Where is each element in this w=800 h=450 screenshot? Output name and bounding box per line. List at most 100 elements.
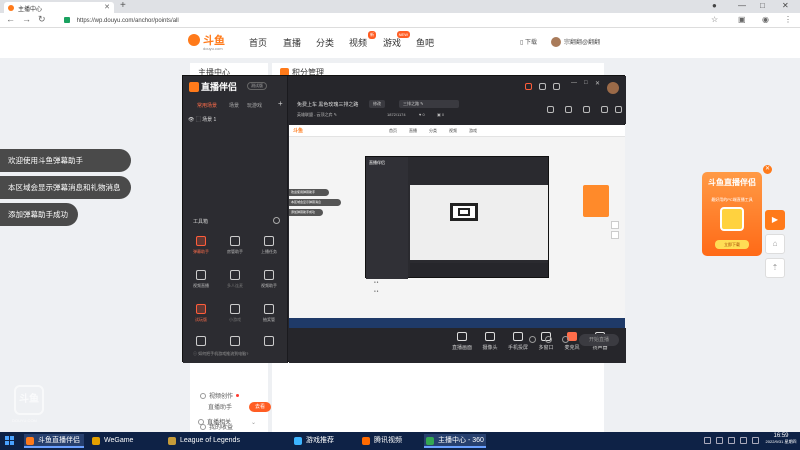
- video-cam-icon[interactable]: [529, 336, 536, 343]
- tab-common-scenes[interactable]: 常用场景: [197, 102, 217, 109]
- reload-icon[interactable]: ↻: [38, 14, 46, 25]
- download-link[interactable]: ▯ 下载: [520, 37, 537, 46]
- forward-icon[interactable]: →: [22, 14, 31, 24]
- add-scene-icon[interactable]: +: [278, 99, 283, 108]
- preview-site-header: 斗鱼 首页 直播 分类 视频 游戏: [289, 125, 625, 137]
- settings-icon[interactable]: [553, 83, 560, 90]
- source-live-screen[interactable]: 直播画面: [447, 332, 477, 351]
- help-link[interactable]: ⓘ 如何把手机游戏推流到电脑?: [193, 351, 248, 357]
- preview-nav-item: 分类: [429, 128, 437, 133]
- sidebar-item-video[interactable]: 视频创作: [200, 391, 240, 400]
- nav-live[interactable]: 直播: [283, 36, 301, 49]
- logo-subtitle: douyu.com: [203, 46, 223, 51]
- close-window-icon[interactable]: ✕: [782, 1, 789, 10]
- message-icon[interactable]: [539, 83, 546, 90]
- tray-input-icon[interactable]: [728, 437, 735, 444]
- tool-danmu-helper[interactable]: 弹幕助手: [186, 236, 216, 262]
- preview-toast: 欢迎使用弹幕助手: [289, 189, 329, 196]
- app-promo-card[interactable]: 斗鱼直播伴侣 最好用的PC端直播工具 立即下载: [702, 172, 762, 256]
- nav-video[interactable]: 视频新: [349, 31, 377, 49]
- preview-nav-item: 视频: [449, 128, 457, 133]
- start-tile: [5, 441, 9, 445]
- user-menu[interactable]: 宗翻翻@翻翻: [551, 37, 600, 47]
- maximize-icon[interactable]: □: [760, 1, 765, 10]
- tool-video-helper[interactable]: 视频助手: [254, 270, 284, 296]
- tool-tasks[interactable]: 上播任务: [254, 236, 284, 262]
- taskbar-app-wegame[interactable]: WeGame: [90, 434, 160, 448]
- game-category[interactable]: 英雄联盟 - 云顶之弈 ✎: [297, 112, 337, 118]
- windows-start-icon[interactable]: [5, 436, 15, 446]
- app-maximize-icon[interactable]: □: [584, 80, 588, 86]
- stats-icon[interactable]: [545, 336, 552, 343]
- new-tab-button[interactable]: +: [120, 0, 126, 11]
- record-icon[interactable]: [565, 106, 572, 113]
- taskbar-app-tencent-video[interactable]: 腾讯视频: [360, 434, 415, 448]
- scene-item[interactable]: 👁 ⬚ 场景 1: [188, 116, 216, 123]
- menu-icon[interactable]: ⋮: [784, 15, 792, 24]
- nav-yuba[interactable]: 鱼吧: [416, 36, 434, 49]
- promo-close-icon[interactable]: ✕: [763, 165, 772, 174]
- screenshot-icon[interactable]: [583, 106, 590, 113]
- alert-icon[interactable]: [525, 83, 532, 90]
- sidebar-item-income[interactable]: 我的收益: [200, 422, 233, 431]
- tool-room-admin[interactable]: 房管助手: [220, 236, 250, 262]
- tool-more-2[interactable]: [220, 336, 250, 362]
- taskbar-app-live-companion[interactable]: 斗鱼直播伴侣: [24, 434, 84, 448]
- source-phone-cast[interactable]: 手机投屏: [503, 332, 533, 351]
- profile-icon[interactable]: ●: [712, 1, 717, 10]
- tool-video-live[interactable]: 视频直播: [186, 270, 216, 296]
- watermark-text: DOUYU.COM: [12, 418, 37, 423]
- taskbar-app-browser[interactable]: 主播中心 - 360极...: [424, 434, 486, 448]
- address-bar[interactable]: https://wp.douyu.com/anchor/points/all: [64, 15, 704, 26]
- tool-more-3[interactable]: [254, 336, 284, 362]
- star-icon[interactable]: ☆: [711, 15, 718, 24]
- home-icon[interactable]: ⌂: [765, 234, 785, 254]
- extensions-icon[interactable]: ▣: [738, 15, 746, 24]
- video-live-icon: [196, 270, 206, 280]
- like-count: ♥ 0: [419, 112, 425, 117]
- toolbox-collapse-icon[interactable]: [273, 217, 280, 224]
- browser-tab[interactable]: 主播中心 ✕: [4, 2, 114, 13]
- close-tab-icon[interactable]: ✕: [104, 3, 110, 11]
- streamer-avatar[interactable]: [607, 82, 619, 94]
- start-live-button[interactable]: 开始直播: [579, 334, 619, 346]
- back-icon[interactable]: ←: [6, 14, 15, 24]
- settings-gear-icon[interactable]: [562, 336, 569, 343]
- nav-home[interactable]: 首页: [249, 36, 267, 49]
- tool-more-1[interactable]: [186, 336, 216, 362]
- nav-game[interactable]: 游戏 NEW: [383, 31, 411, 49]
- app-minimize-icon[interactable]: —: [571, 80, 577, 86]
- douyu-fish-icon: [188, 34, 200, 46]
- tray-volume-icon[interactable]: [716, 437, 723, 444]
- tray-network-icon[interactable]: [704, 437, 711, 444]
- layout-icon[interactable]: [547, 106, 554, 113]
- promo-download-button[interactable]: 立即下载: [715, 240, 749, 249]
- tool-minigame[interactable]: 小游戏: [220, 304, 250, 330]
- share-icon[interactable]: [615, 106, 622, 113]
- tool-multi-mic[interactable]: 多人连麦: [220, 270, 250, 296]
- taskbar-app-lol[interactable]: League of Legends: [166, 434, 286, 448]
- nav-category[interactable]: 分类: [316, 36, 334, 49]
- taskbar-clock[interactable]: 16:59 2022/9/31 星期四: [764, 433, 798, 445]
- room-subtitle[interactable]: 三排之路 ✎: [399, 100, 459, 108]
- tab-game[interactable]: 玩游戏: [247, 102, 262, 109]
- tool-trial[interactable]: 试玩版: [186, 304, 216, 330]
- tool-lottery[interactable]: 抽奖管: [254, 304, 284, 330]
- back-to-top-icon[interactable]: ⇡: [765, 258, 785, 278]
- edit-title-button[interactable]: 修改: [369, 100, 385, 108]
- taskbar-app-game-recommend[interactable]: 游戏推荐: [292, 434, 342, 448]
- tool-icon: [230, 336, 240, 346]
- source-camera[interactable]: 摄像头: [475, 332, 505, 351]
- stream-preview[interactable]: 斗鱼 首页 直播 分类 视频 游戏 欢迎使用弹幕助手 本区域会显示弹幕消息 添加…: [289, 125, 625, 328]
- tab-scenes[interactable]: 场景: [229, 102, 239, 109]
- play-icon[interactable]: ▶: [765, 210, 785, 230]
- tray-security-icon[interactable]: [740, 437, 747, 444]
- tray-chat-icon[interactable]: [752, 437, 759, 444]
- app-close-icon[interactable]: ✕: [595, 80, 600, 87]
- mascot-icon: [720, 207, 744, 231]
- app-sidebar: 直播伴侣 测试版 常用场景 场景 玩游戏 + 👁 ⬚ 场景 1 工具箱 弹幕助手…: [183, 76, 288, 363]
- hot-tag[interactable]: 去看: [249, 402, 271, 412]
- account-icon[interactable]: ◉: [762, 15, 769, 24]
- notification-icon[interactable]: [601, 106, 608, 113]
- minimize-icon[interactable]: —: [738, 1, 746, 10]
